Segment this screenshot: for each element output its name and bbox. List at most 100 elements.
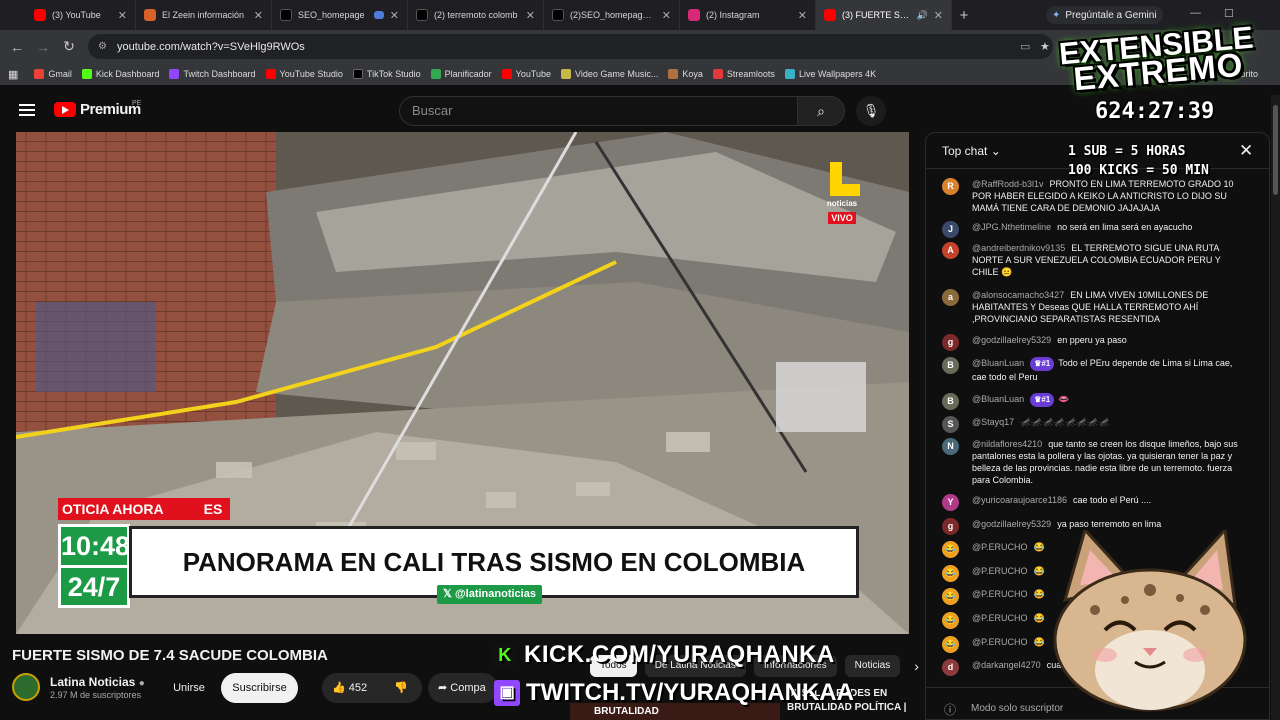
chevron-right-icon[interactable]: › [914,655,919,677]
chat-avatar[interactable]: g [942,334,959,351]
chat-text: 😂 [1033,637,1045,647]
chat-avatar[interactable]: 😂 [942,636,959,653]
close-tab-icon[interactable]: ✕ [798,9,807,22]
chat-author[interactable]: @P.ERUCHO [972,589,1027,599]
chat-author[interactable]: @P.ERUCHO [972,637,1027,647]
browser-tab-active[interactable]: (3) FUERTE SISMO🔊✕ [816,0,952,30]
channel-name[interactable]: Latina Noticias ● [50,675,145,689]
bookmark-item[interactable]: YouTube Studio [265,69,343,79]
voice-search-button[interactable]: 🎙 [856,96,886,126]
chat-author[interactable]: @alonsocamacho3427 [972,290,1064,300]
menu-icon[interactable] [19,104,35,116]
close-chat-icon[interactable]: ✕ [1239,141,1253,161]
chat-author[interactable]: @yuricoaraujoarce1186 [972,495,1067,505]
youtube-logo[interactable]: Premium [54,101,141,118]
chat-author[interactable]: @BluanLuan [972,394,1024,404]
news-clock: 10:48 24/7 [58,524,130,608]
chat-author[interactable]: @JPG.Nthetimeline [972,222,1051,232]
channel-avatar[interactable] [12,673,40,701]
chat-author[interactable]: @nildaflores4210 [972,439,1042,449]
join-button[interactable]: Unirse [162,673,216,703]
chat-avatar[interactable]: B [942,393,959,410]
chat-avatar[interactable]: A [942,242,959,259]
close-tab-icon[interactable]: ✕ [662,9,671,22]
chip-noticias[interactable]: Noticias [844,655,901,677]
speaker-icon[interactable]: 🔊 [917,10,928,21]
bookmark-item[interactable]: Koya [668,69,703,79]
share-button[interactable]: ➦ Compa [428,673,498,703]
close-tab-icon[interactable]: ✕ [526,9,535,22]
bookmark-item[interactable]: Streamloots [712,69,775,79]
top-chat-dropdown[interactable]: Top chat ⌄ [942,144,1001,158]
url-field[interactable]: ⚙ youtube.com/watch?v=SVeHlg9RWOs ▭ ★ [88,34,1053,59]
chat-author[interactable]: @godzillaelrey5329 [972,519,1051,529]
chat-avatar[interactable]: g [942,518,959,535]
chat-avatar[interactable]: S [942,416,959,433]
chat-avatar[interactable]: 😂 [942,612,959,629]
dislike-icon[interactable]: 👎 [394,673,408,703]
chat-author[interactable]: @godzillaelrey5329 [972,335,1051,345]
subscribe-button[interactable]: Suscribirse [221,673,298,703]
bookmark-item[interactable]: Twitch Dashboard [169,69,256,79]
chat-avatar[interactable]: B [942,357,959,374]
browser-tab[interactable]: El Zeein información ✕ [136,0,272,30]
chat-author[interactable]: @RaffRodd-b3l1v [972,179,1044,189]
bookmark-item[interactable]: Video Game Music... [561,69,658,79]
bookmark-item[interactable]: Live Wallpapers 4K [784,69,876,79]
back-icon[interactable]: ← [4,39,30,55]
chat-avatar[interactable]: R [942,178,959,195]
cast-icon[interactable]: ▭ [1020,40,1030,53]
bookmark-star-icon[interactable]: ★ [1040,40,1050,53]
browser-tab[interactable]: (3) YouTube ✕ [0,0,136,30]
close-tab-icon[interactable]: ✕ [390,9,399,22]
maximize-icon[interactable]: ☐ [1224,7,1234,20]
microphone-icon: 🎙 [862,103,880,118]
browser-tab[interactable]: (2) terremoto colomb ✕ [408,0,544,30]
bookmark-item[interactable]: Gmail [34,69,72,79]
chat-avatar[interactable]: a [942,289,959,306]
chat-message: a @alonsocamacho3427 EN LIMA VIVEN 10MILLO… [942,289,1242,325]
chat-message: g @godzillaelrey5329 en pperu ya paso [942,334,1242,351]
chat-avatar[interactable]: J [942,221,959,238]
chat-author[interactable]: @andreiberdnikov9135 [972,243,1065,253]
gemini-button[interactable]: ✦ Pregúntale a Gemini [1046,6,1163,24]
bookmark-item[interactable]: Kick Dashboard [81,69,159,79]
chat-author[interactable]: @P.ERUCHO [972,613,1027,623]
bookmark-item[interactable]: YouTube [501,69,551,79]
video-player[interactable]: noticias VIVO OTICIA AHORA ES 10:48 24/7… [16,132,909,634]
chat-avatar[interactable]: Y [942,494,959,511]
new-tab-button[interactable]: + [952,7,976,24]
close-tab-icon[interactable]: ✕ [254,9,263,22]
close-tab-icon[interactable]: ✕ [118,9,127,22]
verified-icon: ● [138,678,145,689]
chat-author[interactable]: @P.ERUCHO [972,542,1027,552]
browser-tab[interactable]: (2) Instagram ✕ [680,0,816,30]
kick-url-overlay: K KICK.COM/YURAQHANKA [494,641,835,669]
search-input[interactable]: Buscar [399,96,797,126]
browser-tab[interactable]: (2)SEO_homepage_ti ✕ [544,0,680,30]
chat-author[interactable]: @BluanLuan [972,358,1024,368]
chat-avatar[interactable]: 😂 [942,541,959,558]
chat-author[interactable]: @Stayq17 [972,417,1014,427]
chat-avatar[interactable]: N [942,438,959,455]
bookmark-item[interactable]: Planificador [430,69,492,79]
site-settings-icon[interactable]: ⚙ [98,41,107,52]
chat-avatar[interactable]: d [942,659,959,676]
kick-logo-icon: K [494,644,516,666]
like-button[interactable]: 👍 452 [332,682,367,694]
chat-avatar[interactable]: 😂 [942,565,959,582]
apps-grid-icon[interactable]: ▦ [8,68,18,81]
scrollbar-thumb[interactable] [1273,105,1278,195]
chat-author[interactable]: @P.ERUCHO [972,566,1027,576]
chat-author[interactable]: @darkangel4270 [972,660,1041,670]
forward-icon[interactable]: → [30,39,56,55]
close-tab-icon[interactable]: ✕ [934,9,943,22]
reload-icon[interactable]: ↻ [56,38,82,55]
chat-message: R @RaffRodd-b3l1v PRONTO EN LIMA TERREMOTO… [942,178,1242,214]
chat-avatar[interactable]: 😂 [942,588,959,605]
search-button[interactable]: ⌕ [797,96,845,126]
bookmark-item[interactable]: TikTok Studio [352,69,421,79]
page-scrollbar[interactable] [1271,95,1280,720]
minimize-icon[interactable]: — [1190,7,1201,19]
browser-tab[interactable]: SEO_homepage ✕ [272,0,408,30]
